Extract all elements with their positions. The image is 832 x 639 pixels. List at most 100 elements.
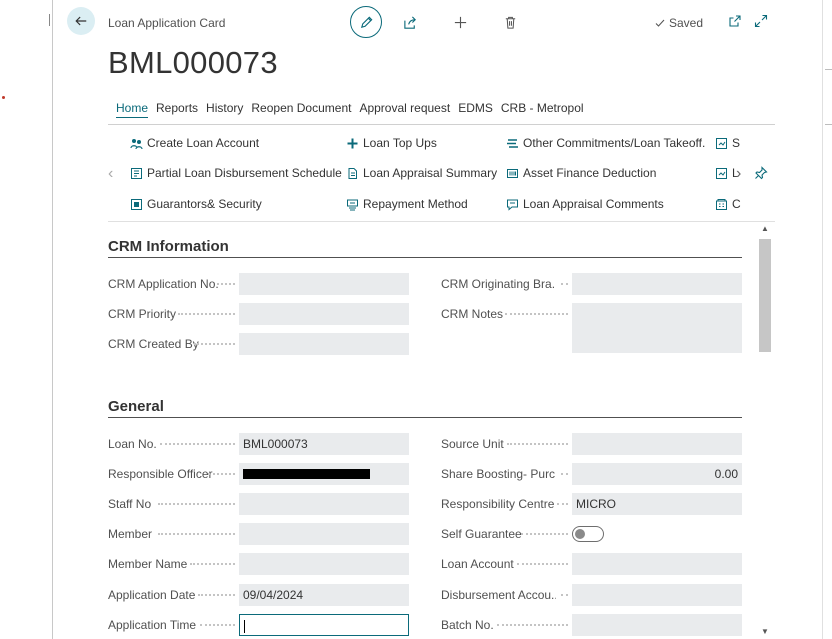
field-label: CRM Created By — [108, 337, 199, 351]
repayment-method-action[interactable]: Repayment Method — [346, 197, 468, 211]
asset-finance-action[interactable]: Asset Finance Deduction — [506, 166, 656, 180]
action-tabs: Home Reports History Reopen Document App… — [116, 101, 592, 118]
crm-created-by-input[interactable] — [239, 333, 409, 355]
action-label: C — [732, 197, 741, 211]
member-name-input[interactable] — [239, 553, 409, 575]
application-time-input[interactable] — [239, 614, 409, 636]
plus-icon — [347, 138, 358, 148]
source-unit-input[interactable] — [572, 433, 742, 455]
field-label: Member Name — [108, 557, 188, 571]
field-label: Staff No — [108, 497, 152, 511]
loan-top-ups-action[interactable]: Loan Top Ups — [346, 136, 437, 150]
application-date-input[interactable]: 09/04/2024 — [239, 584, 409, 606]
tab-reopen-document[interactable]: Reopen Document — [251, 101, 351, 118]
field-label: Batch No. — [441, 618, 494, 632]
disbursement-account-field: Disbursement Accou... — [441, 584, 742, 606]
new-button[interactable] — [450, 12, 470, 32]
background-page-right — [822, 0, 832, 639]
delete-button[interactable] — [500, 12, 520, 32]
action-label: S — [732, 136, 741, 150]
action-label: Loan Appraisal Comments — [523, 197, 664, 211]
field-label: Responsibility Centre — [441, 497, 555, 511]
responsible-officer-input[interactable] — [239, 463, 409, 485]
tab-approval-request[interactable]: Approval request — [359, 101, 450, 118]
action-label: Repayment Method — [363, 197, 468, 211]
open-new-window-button[interactable] — [728, 14, 742, 28]
create-loan-account-action[interactable]: Create Loan Account — [130, 136, 259, 150]
source-unit-field: Source Unit — [441, 433, 742, 455]
report-icon — [716, 167, 727, 179]
crm-notes-field: CRM Notes — [441, 303, 742, 353]
field-label: Member — [108, 527, 153, 541]
card-content: CRM Information CRM Application No. CRM … — [108, 222, 758, 639]
leader-dots — [198, 594, 235, 596]
crm-application-no-input[interactable] — [239, 273, 409, 295]
crm-priority-input[interactable] — [239, 303, 409, 325]
tab-history[interactable]: History — [206, 101, 243, 118]
back-button[interactable] — [67, 7, 95, 35]
expand-icon — [754, 14, 768, 28]
self-guarantee-toggle[interactable] — [572, 526, 604, 542]
tab-reports[interactable]: Reports — [156, 101, 198, 118]
crm-originating-branch-input[interactable] — [572, 273, 742, 295]
self-guarantee-field: Self Guarantee — [441, 523, 742, 545]
leader-dots — [190, 563, 235, 565]
appraisal-comments-action[interactable]: Loan Appraisal Comments — [506, 197, 664, 211]
scroll-up-arrow[interactable]: ▲ — [761, 224, 769, 233]
loan-no-input[interactable]: BML000073 — [239, 433, 409, 455]
window-controls — [728, 14, 768, 28]
disbursement-account-input[interactable] — [572, 584, 742, 606]
payment-icon — [347, 199, 358, 210]
tab-edms[interactable]: EDMS — [458, 101, 493, 118]
field-label: Application Date — [108, 588, 196, 602]
share-button[interactable] — [400, 12, 420, 32]
loan-account-field: Loan Account — [441, 553, 742, 575]
share-icon — [403, 15, 416, 29]
scroll-down-arrow[interactable]: ▼ — [761, 627, 769, 636]
barcode-icon — [507, 168, 518, 178]
tab-crb-metropol[interactable]: CRB - Metropol — [501, 101, 584, 118]
tab-home[interactable]: Home — [116, 101, 149, 118]
batch-no-field: Batch No. — [441, 614, 742, 636]
leader-dots — [160, 443, 235, 445]
loan-account-input[interactable] — [572, 553, 742, 575]
staff-no-input[interactable] — [239, 493, 409, 515]
truncated-action-1[interactable]: S — [715, 136, 740, 150]
application-date-field: Application Date 09/04/2024 — [108, 584, 409, 606]
vertical-scrollbar[interactable]: ▲ ▼ — [758, 224, 772, 636]
guarantors-security-action[interactable]: Guarantors& Security — [130, 197, 262, 211]
edit-button[interactable] — [350, 6, 382, 38]
partial-disbursement-action[interactable]: Partial Loan Disbursement Schedule — [130, 166, 342, 180]
batch-no-input[interactable] — [572, 614, 742, 636]
crm-originating-branch-field: CRM Originating Bra... — [441, 273, 742, 295]
page: Loan Application Card Saved BML000073 Ho… — [0, 0, 832, 639]
page-caption: Loan Application Card — [108, 16, 226, 30]
scroll-left-button[interactable]: ‹ — [108, 165, 113, 183]
field-label: CRM Application No. — [108, 277, 219, 291]
crm-created-by-field: CRM Created By — [108, 333, 409, 355]
leader-dots — [217, 283, 235, 285]
scrollbar-thumb[interactable] — [759, 239, 771, 352]
action-panel: ‹ Create Loan Account Loan Top Ups Other… — [108, 126, 775, 220]
list-icon — [507, 138, 518, 148]
report-icon — [716, 137, 727, 149]
action-label: Loan Appraisal Summary — [363, 166, 498, 180]
crm-notes-input[interactable] — [572, 303, 742, 353]
appraisal-summary-action[interactable]: Loan Appraisal Summary — [346, 166, 497, 180]
background-marker — [2, 96, 5, 99]
truncated-action-3[interactable]: C — [715, 197, 741, 211]
share-boosting-input[interactable]: 0.00 — [572, 463, 742, 485]
member-input[interactable] — [239, 523, 409, 545]
report-icon — [131, 167, 142, 179]
field-label: CRM Originating Bra... — [441, 277, 556, 291]
scroll-right-button[interactable]: › — [736, 165, 741, 183]
open-new-window-icon — [729, 15, 741, 27]
document-icon — [348, 167, 357, 179]
responsibility-centre-input[interactable]: MICRO — [572, 493, 742, 515]
action-label: Other Commitments/Loan Takeoff. — [523, 136, 706, 150]
pin-action-button[interactable] — [754, 166, 768, 180]
expand-button[interactable] — [754, 14, 768, 28]
field-label: CRM Priority — [108, 307, 176, 321]
leader-dots — [497, 624, 568, 626]
other-commitments-action[interactable]: Other Commitments/Loan Takeoff. — [506, 136, 705, 150]
